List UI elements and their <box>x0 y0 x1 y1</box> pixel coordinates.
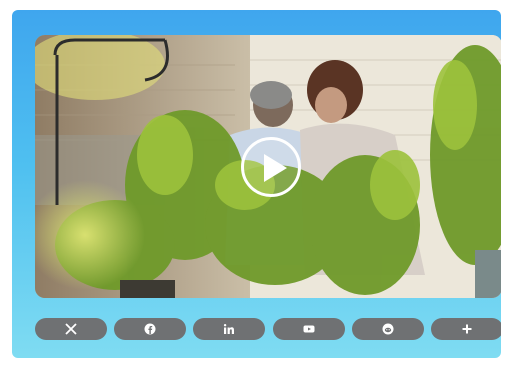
facebook-icon <box>144 323 156 335</box>
youtube-icon <box>303 325 315 333</box>
share-reddit-button[interactable] <box>351 318 424 340</box>
reddit-icon <box>382 323 394 335</box>
share-youtube-button[interactable] <box>272 318 345 340</box>
video-card <box>12 10 501 358</box>
share-more-button[interactable] <box>430 318 501 340</box>
share-facebook-button[interactable] <box>114 318 187 340</box>
share-linkedin-button[interactable] <box>193 318 266 340</box>
linkedin-icon <box>224 324 235 334</box>
play-icon <box>264 154 287 182</box>
x-logo-icon <box>65 323 77 335</box>
share-bar <box>35 318 501 341</box>
play-button[interactable] <box>241 137 301 197</box>
plus-icon <box>462 324 472 334</box>
video-player[interactable] <box>35 35 501 298</box>
share-x-button[interactable] <box>35 318 107 340</box>
